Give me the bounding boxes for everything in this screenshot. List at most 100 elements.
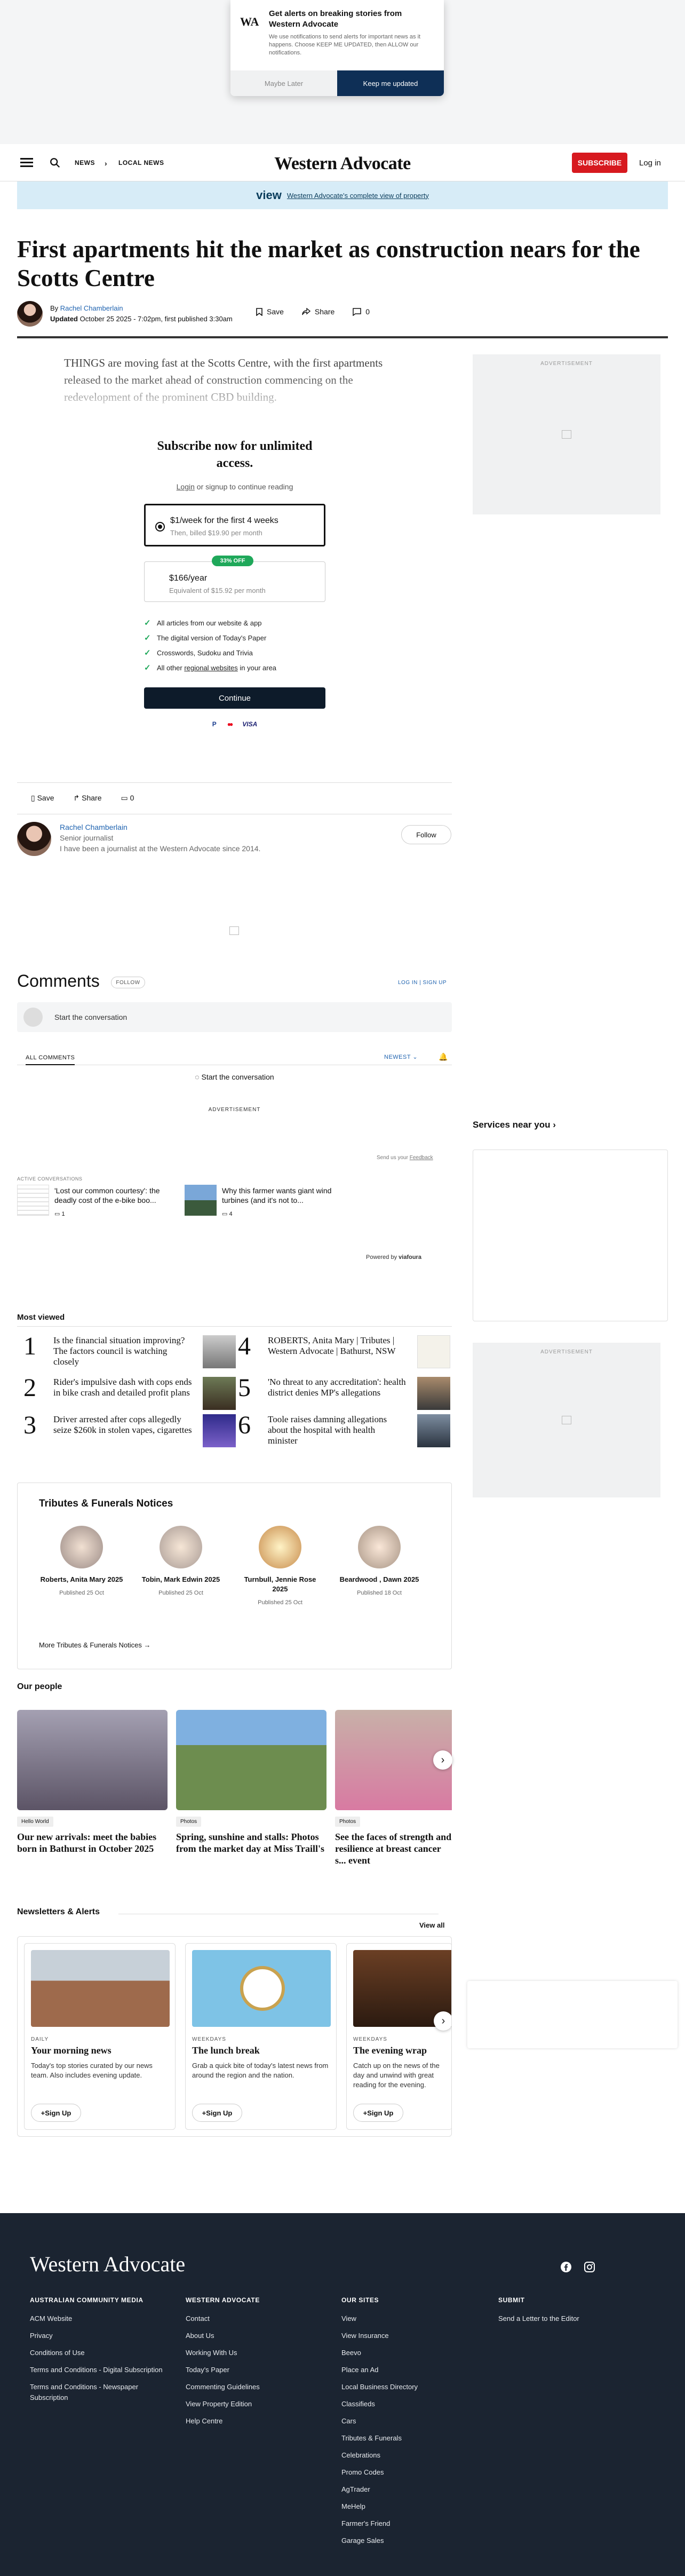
comment-input[interactable]: Start the conversation xyxy=(17,1002,452,1032)
subscribe-button[interactable]: SUBSCRIBE xyxy=(572,153,627,173)
search-icon[interactable] xyxy=(49,157,61,169)
continue-button[interactable]: Continue xyxy=(144,687,325,709)
login-link[interactable]: Log in xyxy=(639,158,661,168)
footer-link[interactable]: Farmer's Friend xyxy=(341,2518,480,2529)
start-conversation-link[interactable]: ◌ Start the conversation xyxy=(17,1073,452,1081)
author-name-link[interactable]: Rachel Chamberlain xyxy=(60,823,128,831)
nav-news-link[interactable]: NEWS xyxy=(75,159,95,167)
regional-websites-link[interactable]: regional websites xyxy=(184,664,237,672)
services-title[interactable]: Services near you › xyxy=(473,1120,556,1130)
footer-logo[interactable]: Western Advocate xyxy=(30,2252,185,2277)
active-conversation-item[interactable]: 'Lost our common courtesy': the deadly c… xyxy=(17,1185,188,1222)
author-avatar-large[interactable] xyxy=(17,822,51,856)
footer-link[interactable]: View Property Edition xyxy=(186,2399,324,2409)
card-image xyxy=(176,1710,326,1810)
footer-link[interactable]: Promo Codes xyxy=(341,2467,480,2478)
footer-link[interactable]: Terms and Conditions - Newspaper Subscri… xyxy=(30,2382,169,2403)
footer-link[interactable]: Classifieds xyxy=(341,2399,480,2409)
footer-link[interactable]: Conditions of Use xyxy=(30,2348,169,2358)
footer-link[interactable]: Contact xyxy=(186,2313,324,2324)
tribute-image xyxy=(259,1526,301,1568)
tribute-item[interactable]: Tobin, Mark Edwin 2025 Published 25 Oct xyxy=(138,1526,224,1596)
menu-icon[interactable] xyxy=(20,158,33,168)
tribute-item[interactable]: Turnbull, Jennie Rose 2025 Published 25 O… xyxy=(237,1526,323,1606)
author-avatar[interactable] xyxy=(17,301,43,327)
ad-slot-middle[interactable]: ADVERTISEMENT xyxy=(473,1343,660,1497)
footer-link[interactable]: AgTrader xyxy=(341,2484,480,2495)
sort-dropdown[interactable]: NEWEST ⌄ xyxy=(384,1053,418,1060)
tribute-item[interactable]: Beardwood , Dawn 2025 Published 18 Oct xyxy=(337,1526,422,1596)
tribute-name: Turnbull, Jennie Rose 2025 xyxy=(244,1575,316,1593)
footer-link[interactable]: Celebrations xyxy=(341,2450,480,2461)
feedback-link[interactable]: Feedback xyxy=(410,1155,433,1161)
radio-selected-icon[interactable] xyxy=(155,522,165,532)
most-viewed-item[interactable]: 6 Toole raises damning allegations about … xyxy=(238,1412,451,1451)
most-viewed-item[interactable]: 5 'No threat to any accreditation': healt… xyxy=(238,1375,451,1413)
facebook-icon[interactable] xyxy=(560,2261,572,2273)
tribute-item[interactable]: Roberts, Anita Mary 2025 Published 25 Oct xyxy=(39,1526,124,1596)
footer-link[interactable]: MeHelp xyxy=(341,2501,480,2512)
footer-link[interactable]: Beevo xyxy=(341,2348,480,2358)
plan-weekly-option[interactable]: $1/week for the first 4 weeks Then, bill… xyxy=(144,504,325,546)
tab-all-comments[interactable]: ALL COMMENTS xyxy=(26,1055,75,1065)
footer-link[interactable]: View Insurance xyxy=(341,2331,480,2341)
share-button[interactable]: Share xyxy=(302,307,334,316)
save-button-bottom[interactable]: ▯ Save xyxy=(31,794,54,803)
our-people-card[interactable]: Photos See the faces of strength and res… xyxy=(335,1710,452,1866)
footer-link[interactable]: Today's Paper xyxy=(186,2365,324,2375)
chevron-right-icon: › xyxy=(105,159,107,168)
carousel-next-icon[interactable]: › xyxy=(434,2011,451,2031)
footer-link[interactable]: Local Business Directory xyxy=(341,2382,480,2392)
follow-author-button[interactable]: Follow xyxy=(401,825,451,844)
maybe-later-button[interactable]: Maybe Later xyxy=(230,70,337,96)
view-banner-text[interactable]: Western Advocate's complete view of prop… xyxy=(287,192,429,200)
paywall-login-link[interactable]: Login xyxy=(177,482,195,491)
bell-icon[interactable]: 🔔 xyxy=(439,1052,448,1061)
active-conversation-item[interactable]: Why this farmer wants giant wind turbine… xyxy=(185,1185,355,1222)
our-people-card[interactable]: Photos Spring, sunshine and stalls: Phot… xyxy=(176,1710,326,1854)
follow-comments-button[interactable]: FOLLOW xyxy=(111,977,145,988)
footer-link[interactable]: Garage Sales xyxy=(341,2535,480,2546)
most-viewed-item[interactable]: 3 Driver arrested after cops allegedly se… xyxy=(23,1412,237,1451)
save-button[interactable]: Save xyxy=(256,307,284,316)
most-viewed-item[interactable]: 2 Rider's impulsive dash with cops ends i… xyxy=(23,1375,237,1413)
viafoura-logo[interactable]: viafoura xyxy=(399,1254,421,1261)
tributes-title: Tributes & Funerals Notices xyxy=(39,1498,173,1509)
footer-link[interactable]: Tributes & Funerals xyxy=(341,2433,480,2444)
plan-yearly-option[interactable]: 33% OFF $166/year Equivalent of $15.92 p… xyxy=(144,556,325,602)
site-footer: Western Advocate AUSTRALIAN COMMUNITY ME… xyxy=(0,2213,685,2576)
newsletter-signup-button[interactable]: + Sign Up xyxy=(353,2104,403,2122)
site-logo[interactable]: Western Advocate xyxy=(274,154,411,173)
footer-link[interactable]: Commenting Guidelines xyxy=(186,2382,324,2392)
newsletter-signup-button[interactable]: + Sign Up xyxy=(31,2104,81,2122)
comments-login-link[interactable]: LOG IN | SIGN UP xyxy=(398,980,447,986)
keep-updated-button[interactable]: Keep me updated xyxy=(337,70,444,96)
most-viewed-item[interactable]: 4 ROBERTS, Anita Mary | Tributes | Wester… xyxy=(238,1333,451,1372)
instagram-icon[interactable] xyxy=(584,2261,595,2273)
footer-link[interactable]: Working With Us xyxy=(186,2348,324,2358)
nav-local-news-link[interactable]: LOCAL NEWS xyxy=(118,159,164,167)
comments-button-bottom[interactable]: ▭ 0 xyxy=(121,794,134,803)
more-tributes-link[interactable]: More Tributes & Funerals Notices → xyxy=(39,1641,151,1649)
view-all-newsletters-link[interactable]: View all xyxy=(419,1921,444,1929)
card-title: Our new arrivals: meet the babies born i… xyxy=(17,1832,157,1854)
ad-slot-top[interactable]: ADVERTISEMENT xyxy=(473,354,660,514)
footer-link[interactable]: Send a Letter to the Editor xyxy=(498,2313,658,2324)
footer-link[interactable]: Terms and Conditions - Digital Subscript… xyxy=(30,2365,169,2375)
carousel-next-icon[interactable]: › xyxy=(433,1750,452,1770)
footer-link[interactable]: Privacy xyxy=(30,2331,169,2341)
footer-link[interactable]: Help Centre xyxy=(186,2416,324,2427)
save-label: Save xyxy=(37,794,54,802)
footer-link[interactable]: About Us xyxy=(186,2331,324,2341)
view-banner[interactable]: view Western Advocate's complete view of… xyxy=(17,181,668,209)
footer-link[interactable]: Place an Ad xyxy=(341,2365,480,2375)
author-link[interactable]: Rachel Chamberlain xyxy=(60,304,123,312)
footer-link[interactable]: View xyxy=(341,2313,480,2324)
newsletter-signup-button[interactable]: + Sign Up xyxy=(192,2104,242,2122)
most-viewed-item[interactable]: 1 Is the financial situation improving? T… xyxy=(23,1333,237,1372)
share-button-bottom[interactable]: ↱ Share xyxy=(74,794,102,803)
our-people-card[interactable]: Hello World Our new arrivals: meet the b… xyxy=(17,1710,168,1854)
footer-link[interactable]: Cars xyxy=(341,2416,480,2427)
comments-button[interactable]: 0 xyxy=(353,307,370,316)
footer-link[interactable]: ACM Website xyxy=(30,2313,169,2324)
